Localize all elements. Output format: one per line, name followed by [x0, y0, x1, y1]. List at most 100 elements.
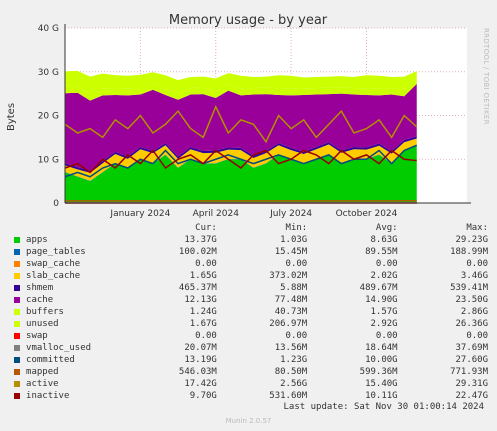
x-tick-label: April 2024	[193, 209, 240, 219]
legend-cur: 12.13G	[184, 295, 217, 305]
legend-avg: 0.00	[375, 331, 398, 341]
legend-max: 29.31G	[455, 379, 488, 389]
x-tick-label: October 2024	[336, 209, 398, 219]
legend-cur: 13.37G	[184, 235, 217, 245]
legend-avg: 15.40G	[365, 379, 398, 389]
legend-swatch	[12, 390, 22, 402]
legend-row: shmem 465.37M 5.88M 489.67M 539.41M	[12, 282, 488, 294]
legend-swatch	[12, 258, 22, 270]
x-tick-label: January 2024	[109, 209, 170, 219]
legend-row: unused 1.67G 206.97M 2.92G 26.36G	[12, 318, 488, 330]
legend-max: 539.41M	[450, 283, 488, 293]
legend-max: 22.47G	[455, 391, 488, 401]
legend-header: Cur: Min: Avg: Max:	[12, 222, 488, 234]
y-axis-label: Bytes	[6, 103, 17, 131]
legend-row: slab_cache 1.65G 373.02M 2.02G 3.46G	[12, 270, 488, 282]
legend-swatch	[12, 294, 22, 306]
legend-cur: 17.42G	[184, 379, 217, 389]
legend-min: 1.03G	[280, 235, 308, 245]
legend-max: 26.36G	[455, 319, 488, 329]
legend-max: 3.46G	[460, 271, 488, 281]
legend-cur: 1.65G	[189, 271, 217, 281]
legend-row: page_tables 100.02M 15.45M 89.55M 188.99M	[12, 246, 488, 258]
munin-version: Munin 2.0.57	[225, 417, 272, 425]
legend-name: shmem	[26, 283, 54, 293]
legend-name: inactive	[26, 391, 70, 401]
legend-max: 29.23G	[455, 235, 488, 245]
legend-min: 1.23G	[280, 355, 308, 365]
legend-min: 531.60M	[269, 391, 308, 401]
y-tick-label: 10 G	[38, 155, 59, 165]
header-avg: Avg:	[375, 223, 398, 233]
x-tick-label: July 2024	[269, 209, 312, 219]
legend-color-swatch	[14, 296, 20, 303]
legend-swatch	[12, 366, 22, 378]
legend-avg: 10.11G	[365, 391, 398, 401]
legend-swatch	[12, 246, 22, 258]
legend-min: 77.48M	[274, 295, 308, 305]
legend-avg: 8.63G	[370, 235, 398, 245]
legend-avg: 0.00	[375, 259, 398, 269]
legend-max: 0.00	[466, 259, 488, 269]
legend-avg: 2.02G	[370, 271, 398, 281]
header-cur: Cur:	[195, 223, 217, 233]
legend-swatch	[12, 282, 22, 294]
legend-color-swatch	[14, 308, 20, 315]
header-min: Min:	[285, 223, 308, 233]
legend-swatch	[12, 342, 22, 354]
legend-cur: 9.70G	[189, 391, 217, 401]
chart-title: Memory usage - by year	[169, 13, 328, 28]
legend-cur: 0.00	[195, 259, 217, 269]
y-tick-label: 30 G	[38, 68, 59, 78]
legend-color-swatch	[14, 320, 20, 327]
legend-name: vmalloc_used	[26, 343, 92, 353]
legend-cur: 100.02M	[178, 247, 217, 257]
legend-avg: 599.36M	[359, 367, 398, 377]
legend-avg: 10.00G	[365, 355, 398, 365]
legend-row: apps 13.37G 1.03G 8.63G 29.23G	[12, 234, 488, 246]
legend-name: page_tables	[26, 247, 86, 257]
legend-swatch	[12, 234, 22, 246]
legend-color-swatch	[14, 260, 20, 267]
legend-swatch	[12, 270, 22, 282]
rrdtool-credit: RRDTOOL / TOBI OETIKER	[482, 28, 490, 125]
legend-color-swatch	[14, 272, 20, 279]
legend-color-swatch	[14, 344, 20, 351]
legend-min: 13.56M	[274, 343, 308, 353]
legend-cur: 546.03M	[178, 367, 217, 377]
legend-row: buffers 1.24G 40.73M 1.57G 2.86G	[12, 306, 488, 318]
legend-max: 771.93M	[450, 367, 488, 377]
legend-row: committed 13.19G 1.23G 10.00G 27.60G	[12, 354, 488, 366]
legend-row: swap_cache 0.00 0.00 0.00 0.00	[12, 258, 488, 270]
legend-name: mapped	[26, 367, 59, 377]
legend-avg: 489.67M	[359, 283, 398, 293]
y-tick-label: 20 G	[38, 112, 59, 122]
legend-name: apps	[26, 235, 48, 245]
legend-color-swatch	[14, 368, 20, 375]
legend-min: 0.00	[285, 331, 308, 341]
legend-max: 23.50G	[455, 295, 488, 305]
legend-min: 5.88M	[280, 283, 308, 293]
legend-color-swatch	[14, 380, 20, 387]
legend-cur: 1.24G	[189, 307, 217, 317]
legend-row: swap 0.00 0.00 0.00 0.00	[12, 330, 488, 342]
legend-max: 27.60G	[455, 355, 488, 365]
legend-cur: 465.37M	[178, 283, 217, 293]
legend-color-swatch	[14, 248, 20, 255]
legend-min: 2.56G	[280, 379, 308, 389]
legend-cur: 0.00	[195, 331, 217, 341]
legend-avg: 1.57G	[370, 307, 398, 317]
legend-name: cache	[26, 295, 54, 305]
legend-color-swatch	[14, 392, 20, 399]
legend-color-swatch	[14, 332, 20, 339]
legend-color-swatch	[14, 356, 20, 363]
legend-cur: 13.19G	[184, 355, 217, 365]
legend-max: 2.86G	[460, 307, 488, 317]
legend-min: 373.02M	[269, 271, 308, 281]
legend-row: cache 12.13G 77.48M 14.90G 23.50G	[12, 294, 488, 306]
legend-min: 40.73M	[274, 307, 308, 317]
legend-name: buffers	[26, 307, 64, 317]
legend-max: 37.69M	[455, 343, 488, 353]
last-update: Last update: Sat Nov 30 01:00:14 2024	[283, 402, 484, 412]
legend-swatch	[12, 354, 22, 366]
